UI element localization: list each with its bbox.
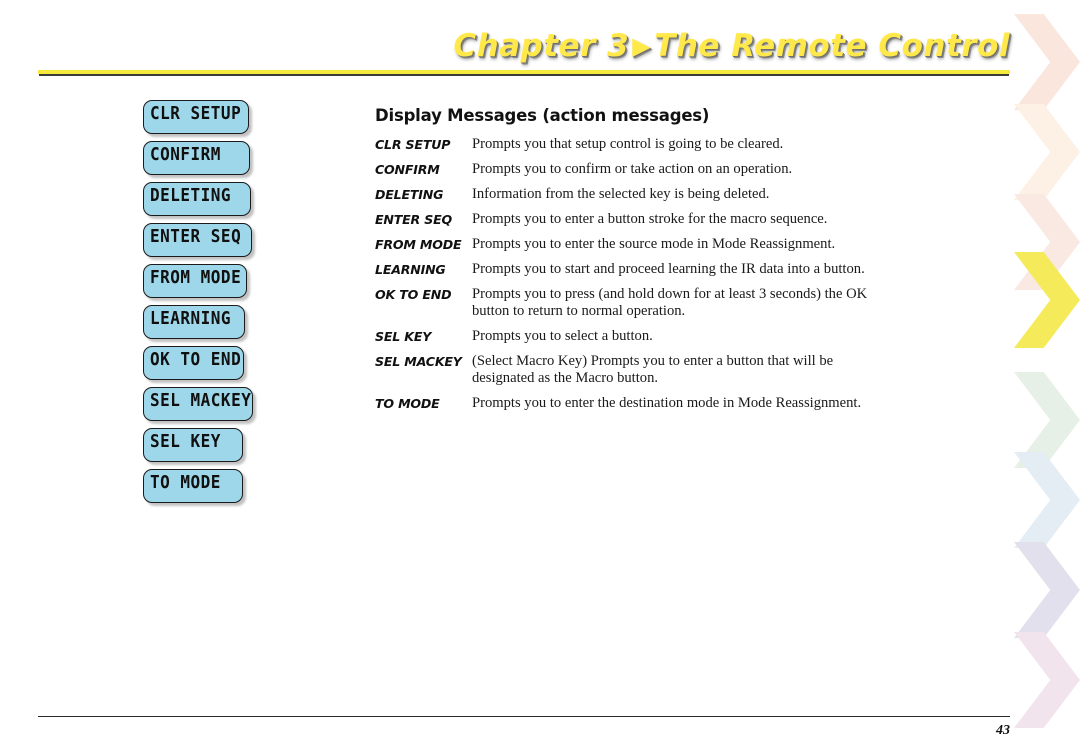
message-row: LEARNING Prompts you to start and proceed… bbox=[375, 261, 895, 278]
chevron-shape-highlight bbox=[1014, 252, 1080, 348]
page-title: Display Messages (action messages) bbox=[375, 106, 710, 125]
message-description-line: Prompts you that setup control is going … bbox=[472, 136, 784, 152]
message-description-line: Prompts you to enter the destination mod… bbox=[472, 395, 862, 411]
message-description: Prompts you to enter the source mode in … bbox=[472, 236, 895, 253]
lcd-display-from-mode: FROM MODE bbox=[143, 264, 247, 298]
message-term: CLR SETUP bbox=[375, 137, 451, 152]
message-term: FROM MODE bbox=[375, 237, 462, 252]
lcd-display-sel-key: SEL KEY bbox=[143, 428, 243, 462]
lcd-display-label: OK TO END bbox=[150, 348, 242, 370]
lcd-display-label: DELETING bbox=[150, 184, 232, 206]
lcd-display-clr-setup: CLR SETUP bbox=[143, 100, 249, 134]
message-term: TO MODE bbox=[375, 396, 440, 411]
message-row: CONFIRM Prompts you to confirm or take ac… bbox=[375, 161, 895, 178]
message-description: Prompts you to start and proceed learnin… bbox=[472, 261, 895, 278]
lcd-display-enter-seq: ENTER SEQ bbox=[143, 223, 252, 257]
lcd-display-deleting: DELETING bbox=[143, 182, 251, 216]
message-row: CLR SETUP Prompts you that setup control … bbox=[375, 136, 895, 153]
message-description: (Select Macro Key) Prompts you to enter … bbox=[472, 353, 895, 387]
chevron-shape bbox=[1014, 372, 1080, 468]
message-term: OK TO END bbox=[375, 287, 452, 302]
chapter-label: Chapter 3 bbox=[453, 28, 630, 64]
message-row: OK TO END Prompts you to press (and hold … bbox=[375, 286, 895, 320]
lcd-display-list: CLR SETUP CONFIRM DELETING ENTER SEQ FROM MO… bbox=[143, 100, 333, 510]
message-row: DELETING Information from the selected ke… bbox=[375, 186, 895, 203]
message-description-line: Prompts you to select a button. bbox=[472, 328, 653, 344]
message-description-line: Information from the selected key is bei… bbox=[472, 186, 770, 202]
chevron-shape bbox=[1014, 194, 1080, 290]
lcd-display-label: LEARNING bbox=[150, 307, 232, 329]
message-term: SEL MACKEY bbox=[375, 354, 462, 369]
lcd-display-sel-mackey: SEL MACKEY bbox=[143, 387, 253, 421]
chevron-shape bbox=[1014, 632, 1080, 728]
message-description-line: Prompts you to start and proceed learnin… bbox=[472, 261, 865, 277]
message-row: SEL MACKEY (Select Macro Key) Prompts you… bbox=[375, 353, 895, 387]
message-description: Prompts you that setup control is going … bbox=[472, 136, 895, 153]
message-description-line: Prompts you to press (and hold down for … bbox=[472, 286, 868, 302]
message-description: Prompts you to confirm or take action on… bbox=[472, 161, 895, 178]
message-row: TO MODE Prompts you to enter the destinat… bbox=[375, 395, 895, 412]
message-description-line: designated as the Macro button. bbox=[472, 370, 659, 386]
message-description-line: Prompts you to enter the source mode in … bbox=[472, 236, 836, 252]
message-row: SEL KEY Prompts you to select a button. bbox=[375, 328, 895, 345]
lcd-display-label: CONFIRM bbox=[150, 143, 221, 165]
lcd-display-label: SEL MACKEY bbox=[150, 389, 252, 411]
lcd-display-label: FROM MODE bbox=[150, 266, 242, 288]
decorative-chevron-strip bbox=[1008, 0, 1080, 756]
message-description-line: button to return to normal operation. bbox=[472, 303, 686, 319]
message-description: Information from the selected key is bei… bbox=[472, 186, 895, 203]
message-description: Prompts you to enter a button stroke for… bbox=[472, 211, 895, 228]
page-number: 43 bbox=[996, 723, 1010, 738]
message-term: ENTER SEQ bbox=[375, 212, 452, 227]
message-description: Prompts you to enter the destination mod… bbox=[472, 395, 895, 412]
message-description-line: Prompts you to confirm or take action on… bbox=[472, 161, 793, 177]
chevron-shape bbox=[1014, 452, 1080, 548]
message-term: SEL KEY bbox=[375, 329, 432, 344]
header-rule bbox=[38, 70, 1010, 74]
chapter-title: The Remote Control bbox=[654, 28, 1010, 64]
message-row: FROM MODE Prompts you to enter the source… bbox=[375, 236, 895, 253]
message-row: ENTER SEQ Prompts you to enter a button s… bbox=[375, 211, 895, 228]
footer-rule bbox=[38, 716, 1010, 717]
lcd-display-label: TO MODE bbox=[150, 471, 221, 493]
lcd-display-confirm: CONFIRM bbox=[143, 141, 250, 175]
message-term: LEARNING bbox=[375, 262, 446, 277]
message-description: Prompts you to press (and hold down for … bbox=[472, 286, 895, 320]
lcd-display-to-mode: TO MODE bbox=[143, 469, 243, 503]
message-description: Prompts you to select a button. bbox=[472, 328, 895, 345]
chevron-shape bbox=[1014, 14, 1080, 110]
lcd-display-learning: LEARNING bbox=[143, 305, 245, 339]
message-term: CONFIRM bbox=[375, 162, 440, 177]
triangle-right-icon: ▶ bbox=[632, 32, 652, 60]
chevron-shape bbox=[1014, 104, 1080, 200]
message-definition-list: CLR SETUP Prompts you that setup control … bbox=[375, 136, 895, 412]
chapter-header: Chapter 3 ▶The Remote Control bbox=[0, 28, 1010, 64]
lcd-display-label: CLR SETUP bbox=[150, 102, 242, 124]
lcd-display-label: SEL KEY bbox=[150, 430, 221, 452]
message-description-line: Prompts you to enter a button stroke for… bbox=[472, 211, 828, 227]
chevron-shape bbox=[1014, 542, 1080, 638]
main-content: Display Messages (action messages) CLR S… bbox=[375, 106, 895, 420]
lcd-display-ok-to-end: OK TO END bbox=[143, 346, 244, 380]
lcd-display-label: ENTER SEQ bbox=[150, 225, 242, 247]
message-description-line: (Select Macro Key) Prompts you to enter … bbox=[472, 353, 834, 369]
message-term: DELETING bbox=[375, 187, 444, 202]
